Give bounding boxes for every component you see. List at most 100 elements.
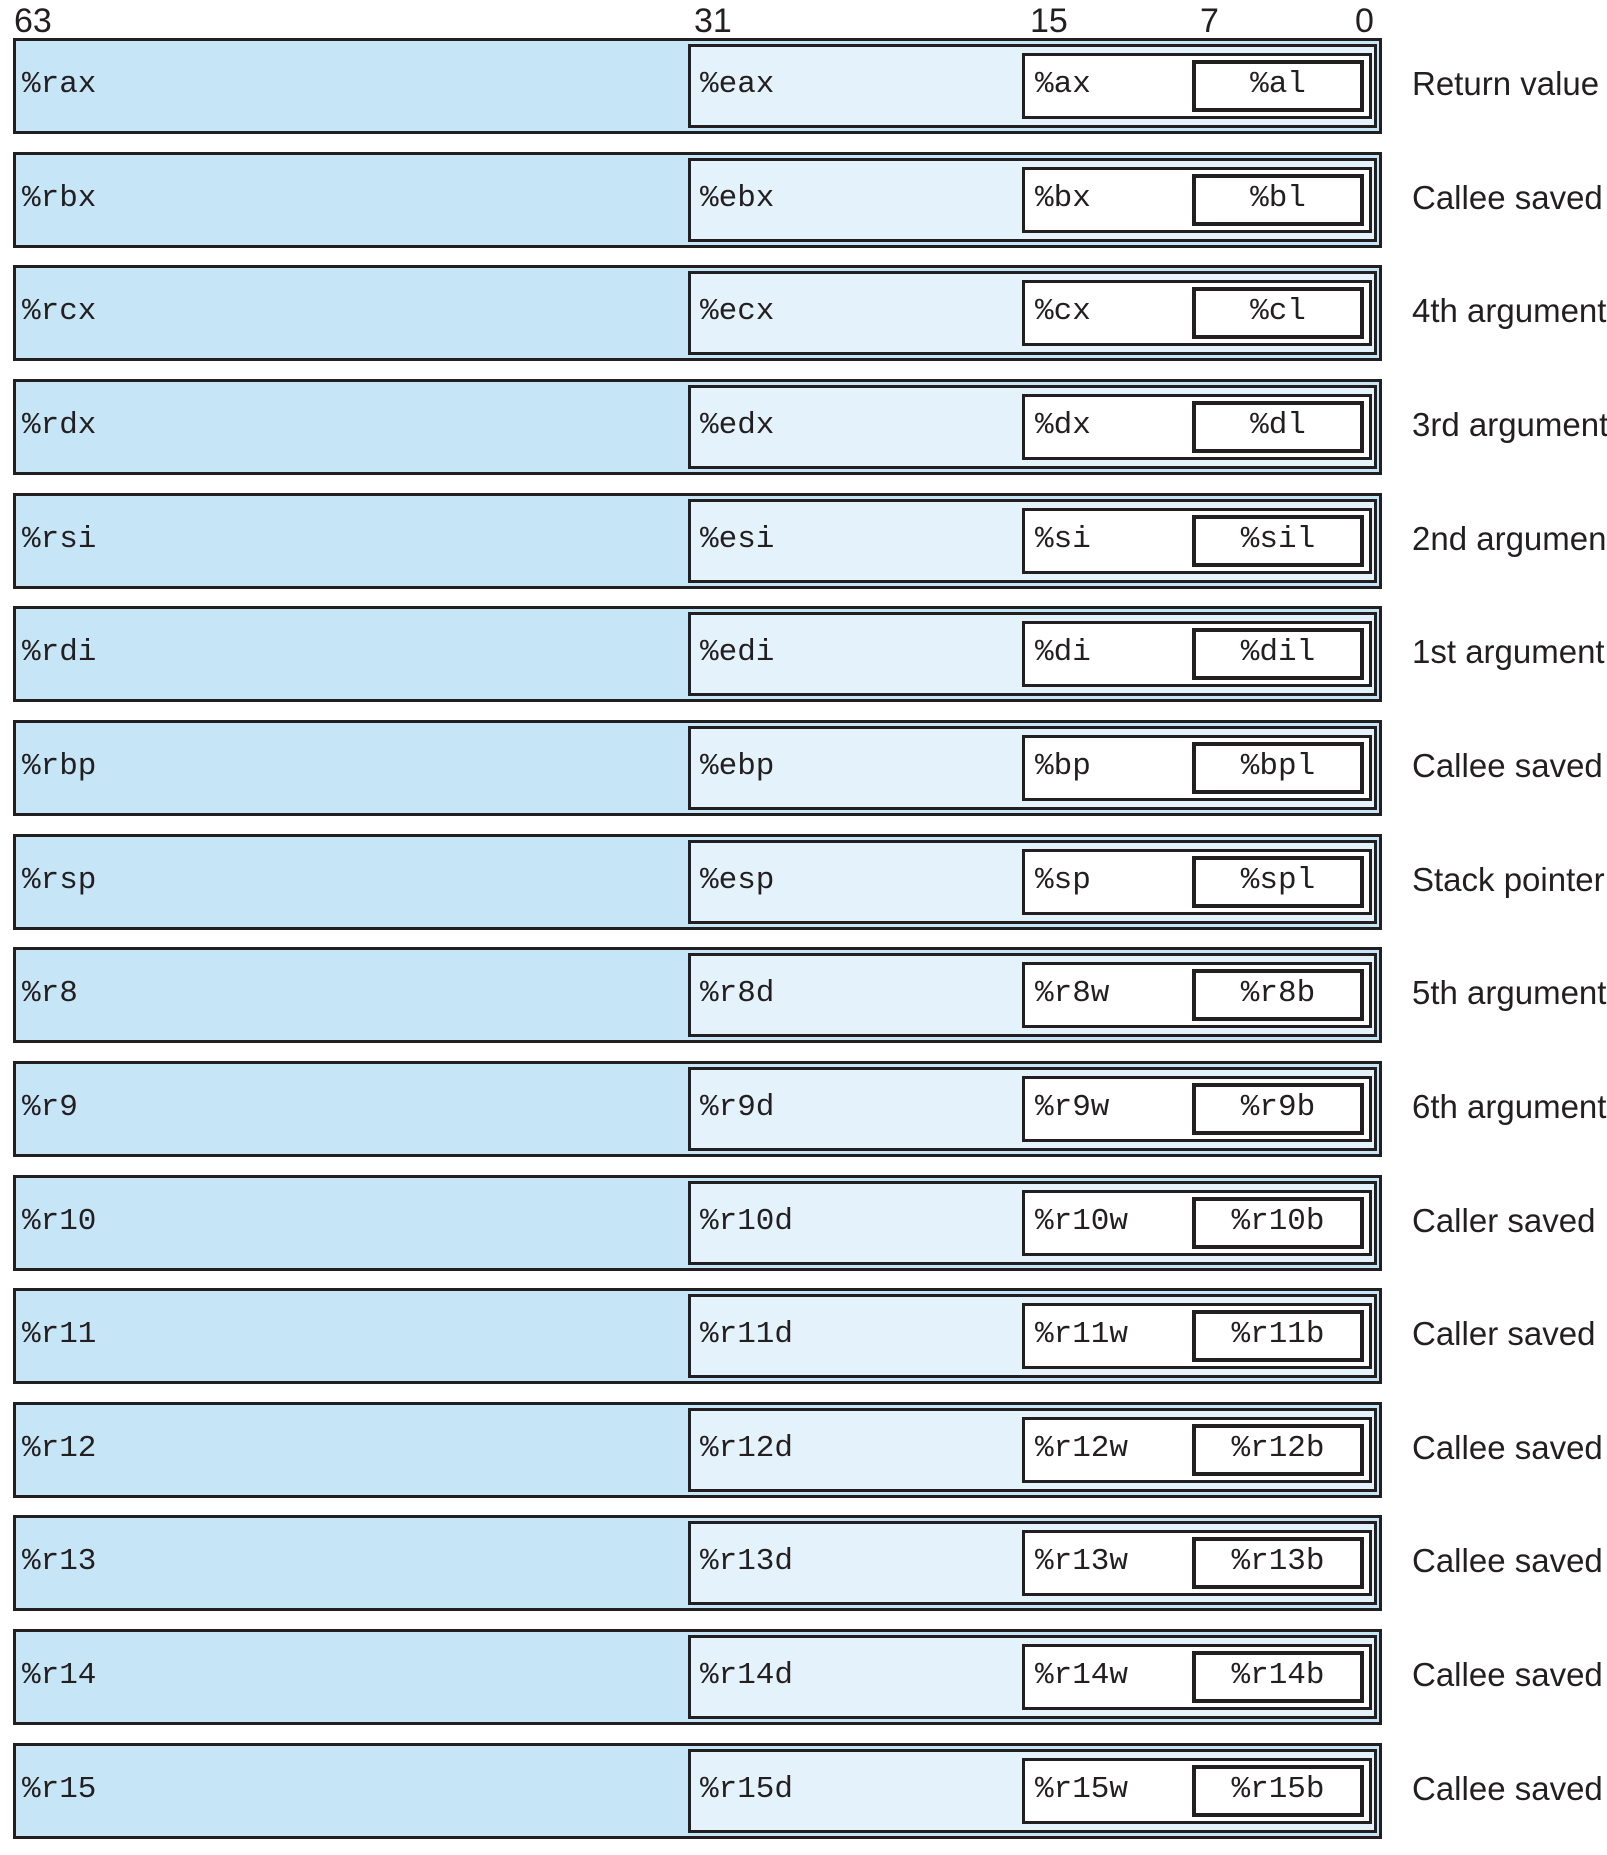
bit-label-0: 0 <box>1355 2 1374 40</box>
register-usage-label: Callee saved <box>1412 1542 1603 1579</box>
register-8bit-name: %r9b <box>1240 1090 1316 1125</box>
register-8bit-name: %spl <box>1240 863 1316 898</box>
register-16bit-name: %si <box>1035 522 1091 557</box>
register-32bit-name: %r15d <box>700 1772 794 1807</box>
register-64bit-name: %rax <box>22 67 97 102</box>
bit-label-31: 31 <box>694 2 732 40</box>
register-8bit-name: %bpl <box>1240 749 1316 784</box>
register-64bit-name: %rbp <box>22 749 97 784</box>
register-32bit-name: %ebx <box>700 181 775 216</box>
register-row: %r9 %r9d %r9w %r9b 6th argument <box>13 1061 1606 1157</box>
register-8bit-name: %r8b <box>1240 976 1316 1011</box>
register-row: %rdx %edx %dx %dl 3rd argument <box>13 379 1607 475</box>
register-usage-label: 6th argument <box>1412 1088 1607 1125</box>
register-32bit-name: %r13d <box>700 1544 794 1579</box>
register-64bit-name: %rdi <box>22 635 97 670</box>
bit-label-15: 15 <box>1030 2 1068 40</box>
register-row: %r8 %r8d %r8w %r8b 5th argument <box>13 947 1606 1043</box>
register-16bit-name: %dx <box>1035 408 1091 443</box>
register-16bit-name: %sp <box>1035 863 1091 898</box>
register-16bit-name: %r12w <box>1035 1431 1129 1466</box>
register-32bit-name: %r14d <box>700 1658 794 1693</box>
register-usage-label: 5th argument <box>1412 974 1607 1011</box>
register-usage-label: Caller saved <box>1412 1315 1596 1352</box>
register-row: %r10 %r10d %r10w %r10b Caller saved <box>13 1175 1595 1271</box>
register-64bit-name: %r8 <box>22 976 78 1011</box>
register-row: %rax %eax %ax %al Return value <box>13 38 1599 134</box>
register-64bit-name: %r14 <box>22 1658 97 1693</box>
register-16bit-name: %r13w <box>1035 1544 1129 1579</box>
register-8bit-name: %dil <box>1240 635 1316 670</box>
bit-label-7: 7 <box>1200 2 1219 40</box>
register-32bit-name: %esp <box>700 863 775 898</box>
register-64bit-name: %rsp <box>22 863 97 898</box>
register-64bit-name: %r12 <box>22 1431 97 1466</box>
register-usage-label: Callee saved <box>1412 179 1603 216</box>
register-16bit-name: %di <box>1035 635 1091 670</box>
register-usage-label: Return value <box>1412 65 1600 102</box>
bit-label-63: 63 <box>14 2 52 40</box>
register-row: %rbx %ebx %bx %bl Callee saved <box>13 152 1603 248</box>
register-64bit-name: %r15 <box>22 1772 97 1807</box>
register-32bit-name: %eax <box>700 67 775 102</box>
register-8bit-name: %r12b <box>1231 1431 1325 1466</box>
register-32bit-name: %r12d <box>700 1431 794 1466</box>
register-64bit-name: %rbx <box>22 181 97 216</box>
register-16bit-name: %r8w <box>1035 976 1110 1011</box>
register-usage-label: Caller saved <box>1412 1202 1596 1239</box>
register-64bit-name: %r13 <box>22 1544 97 1579</box>
register-row: %rsi %esi %si %sil 2nd argument <box>13 493 1607 589</box>
register-usage-label: 4th argument <box>1412 292 1607 329</box>
register-32bit-name: %r9d <box>700 1090 775 1125</box>
register-8bit-name: %dl <box>1250 408 1306 443</box>
register-64bit-name: %r10 <box>22 1204 97 1239</box>
register-row: %r15 %r15d %r15w %r15b Callee saved <box>13 1743 1603 1839</box>
register-16bit-name: %r11w <box>1035 1317 1129 1352</box>
register-16bit-name: %cx <box>1035 294 1091 329</box>
register-16bit-name: %r9w <box>1035 1090 1110 1125</box>
register-64bit-name: %rdx <box>22 408 97 443</box>
register-8bit-name: %r11b <box>1231 1317 1325 1352</box>
register-usage-label: Stack pointer <box>1412 861 1605 898</box>
register-32bit-name: %r10d <box>700 1204 794 1239</box>
register-32bit-name: %r11d <box>700 1317 794 1352</box>
register-8bit-name: %r14b <box>1231 1658 1325 1693</box>
register-8bit-name: %cl <box>1250 294 1306 329</box>
register-64bit-name: %r11 <box>22 1317 97 1352</box>
register-16bit-name: %ax <box>1035 67 1091 102</box>
register-32bit-name: %edx <box>700 408 775 443</box>
register-row: %r12 %r12d %r12w %r12b Callee saved <box>13 1402 1603 1498</box>
register-row: %rcx %ecx %cx %cl 4th argument <box>13 265 1606 361</box>
register-32bit-name: %edi <box>700 635 775 670</box>
register-row: %rsp %esp %sp %spl Stack pointer <box>13 834 1605 930</box>
register-usage-label: 1st argument <box>1412 633 1605 670</box>
register-usage-label: Callee saved <box>1412 1656 1603 1693</box>
register-8bit-name: %sil <box>1240 522 1316 557</box>
register-usage-label: Callee saved <box>1412 1429 1603 1466</box>
register-32bit-name: %esi <box>700 522 775 557</box>
register-8bit-name: %r13b <box>1231 1544 1325 1579</box>
register-8bit-name: %bl <box>1250 181 1306 216</box>
register-16bit-name: %bp <box>1035 749 1091 784</box>
register-usage-label: 2nd argument <box>1412 520 1607 557</box>
register-8bit-name: %r10b <box>1231 1204 1325 1239</box>
register-row: %rdi %edi %di %dil 1st argument <box>13 606 1605 702</box>
register-64bit-name: %rsi <box>22 522 97 557</box>
register-16bit-name: %bx <box>1035 181 1091 216</box>
register-row: %r11 %r11d %r11w %r11b Caller saved <box>13 1288 1595 1384</box>
register-32bit-name: %r8d <box>700 976 775 1011</box>
register-row: %r14 %r14d %r14w %r14b Callee saved <box>13 1629 1603 1725</box>
register-usage-label: Callee saved <box>1412 1770 1603 1807</box>
register-16bit-name: %r10w <box>1035 1204 1129 1239</box>
register-8bit-name: %r15b <box>1231 1772 1325 1807</box>
register-8bit-name: %al <box>1250 67 1306 102</box>
register-usage-label: 3rd argument <box>1412 406 1607 443</box>
register-64bit-name: %rcx <box>22 294 97 329</box>
register-64bit-name: %r9 <box>22 1090 78 1125</box>
register-usage-label: Callee saved <box>1412 747 1603 784</box>
register-32bit-name: %ecx <box>700 294 775 329</box>
register-row: %r13 %r13d %r13w %r13b Callee saved <box>13 1515 1603 1611</box>
register-32bit-name: %ebp <box>700 749 775 784</box>
register-row: %rbp %ebp %bp %bpl Callee saved <box>13 720 1603 816</box>
register-16bit-name: %r14w <box>1035 1658 1129 1693</box>
